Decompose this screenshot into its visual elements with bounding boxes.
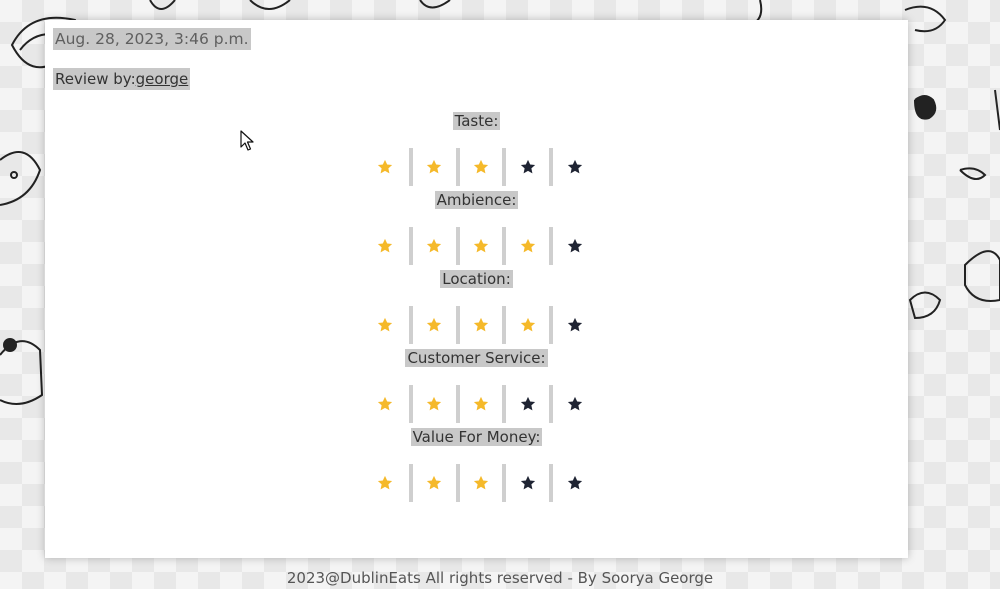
- star-icon: [567, 396, 582, 411]
- rating-block: Taste:: [45, 110, 908, 189]
- rating-label-row: Location:: [45, 268, 908, 290]
- star-3[interactable]: [455, 464, 503, 502]
- star-2[interactable]: [408, 306, 456, 344]
- star-icon: [378, 238, 393, 253]
- review-card: Aug. 28, 2023, 3:46 p.m. Review by:georg…: [45, 20, 908, 558]
- star-2[interactable]: [408, 148, 456, 186]
- star-icon: [473, 159, 489, 174]
- review-date: Aug. 28, 2023, 3:46 p.m.: [53, 28, 251, 50]
- ratings-list: Taste: Ambience: Location: Customer Service…: [45, 110, 908, 505]
- star-1[interactable]: [362, 306, 409, 344]
- star-icon: [473, 238, 489, 253]
- rating-label: Customer Service:: [405, 349, 548, 367]
- star-icon: [378, 317, 393, 332]
- star-2[interactable]: [408, 227, 456, 265]
- star-icon: [473, 396, 489, 411]
- rating-label: Ambience:: [434, 191, 519, 209]
- rating-label-row: Value For Money:: [45, 426, 908, 448]
- star-icon: [427, 475, 442, 490]
- star-3[interactable]: [455, 148, 503, 186]
- rating-label-row: Ambience:: [45, 189, 908, 211]
- star-4[interactable]: [502, 306, 549, 344]
- star-icon: [378, 396, 393, 411]
- star-1[interactable]: [362, 227, 409, 265]
- star-rating: [362, 306, 596, 344]
- footer-copyright: 2023@DublinEats All rights reserved - By…: [286, 569, 714, 587]
- star-4[interactable]: [502, 227, 549, 265]
- rating-label: Taste:: [452, 112, 501, 130]
- star-3[interactable]: [455, 306, 503, 344]
- rating-label: Value For Money:: [410, 428, 543, 446]
- star-icon: [427, 317, 442, 332]
- star-5[interactable]: [549, 227, 596, 265]
- star-icon: [567, 317, 582, 332]
- star-2[interactable]: [408, 464, 456, 502]
- star-icon: [520, 396, 535, 411]
- star-5[interactable]: [549, 306, 596, 344]
- author-link[interactable]: george: [136, 70, 189, 88]
- review-by-label: Review by:: [55, 70, 136, 88]
- rating-block: Ambience:: [45, 189, 908, 268]
- star-icon: [520, 475, 535, 490]
- rating-block: Location:: [45, 268, 908, 347]
- star-1[interactable]: [362, 385, 409, 423]
- star-icon: [520, 317, 535, 332]
- star-rating: [362, 148, 596, 186]
- star-icon: [520, 238, 535, 253]
- star-5[interactable]: [549, 464, 596, 502]
- rating-label: Location:: [440, 270, 513, 288]
- star-2[interactable]: [408, 385, 456, 423]
- star-icon: [427, 238, 442, 253]
- rating-label-row: Taste:: [45, 110, 908, 132]
- star-icon: [567, 238, 582, 253]
- rating-block: Value For Money:: [45, 426, 908, 505]
- star-icon: [427, 159, 442, 174]
- star-5[interactable]: [549, 385, 596, 423]
- mouse-cursor-icon: [240, 130, 254, 151]
- star-3[interactable]: [455, 385, 503, 423]
- star-icon: [520, 159, 535, 174]
- star-1[interactable]: [362, 148, 409, 186]
- star-3[interactable]: [455, 227, 503, 265]
- star-icon: [378, 475, 393, 490]
- star-icon: [378, 159, 393, 174]
- rating-label-row: Customer Service:: [45, 347, 908, 369]
- star-icon: [567, 159, 582, 174]
- star-4[interactable]: [502, 148, 549, 186]
- rating-block: Customer Service:: [45, 347, 908, 426]
- star-icon: [473, 317, 489, 332]
- star-icon: [473, 475, 489, 490]
- star-icon: [567, 475, 582, 490]
- review-author-line: Review by:george: [53, 68, 191, 90]
- star-rating: [362, 464, 596, 502]
- star-4[interactable]: [502, 385, 549, 423]
- star-icon: [427, 396, 442, 411]
- star-rating: [362, 227, 596, 265]
- star-5[interactable]: [549, 148, 596, 186]
- star-rating: [362, 385, 596, 423]
- star-4[interactable]: [502, 464, 549, 502]
- star-1[interactable]: [362, 464, 409, 502]
